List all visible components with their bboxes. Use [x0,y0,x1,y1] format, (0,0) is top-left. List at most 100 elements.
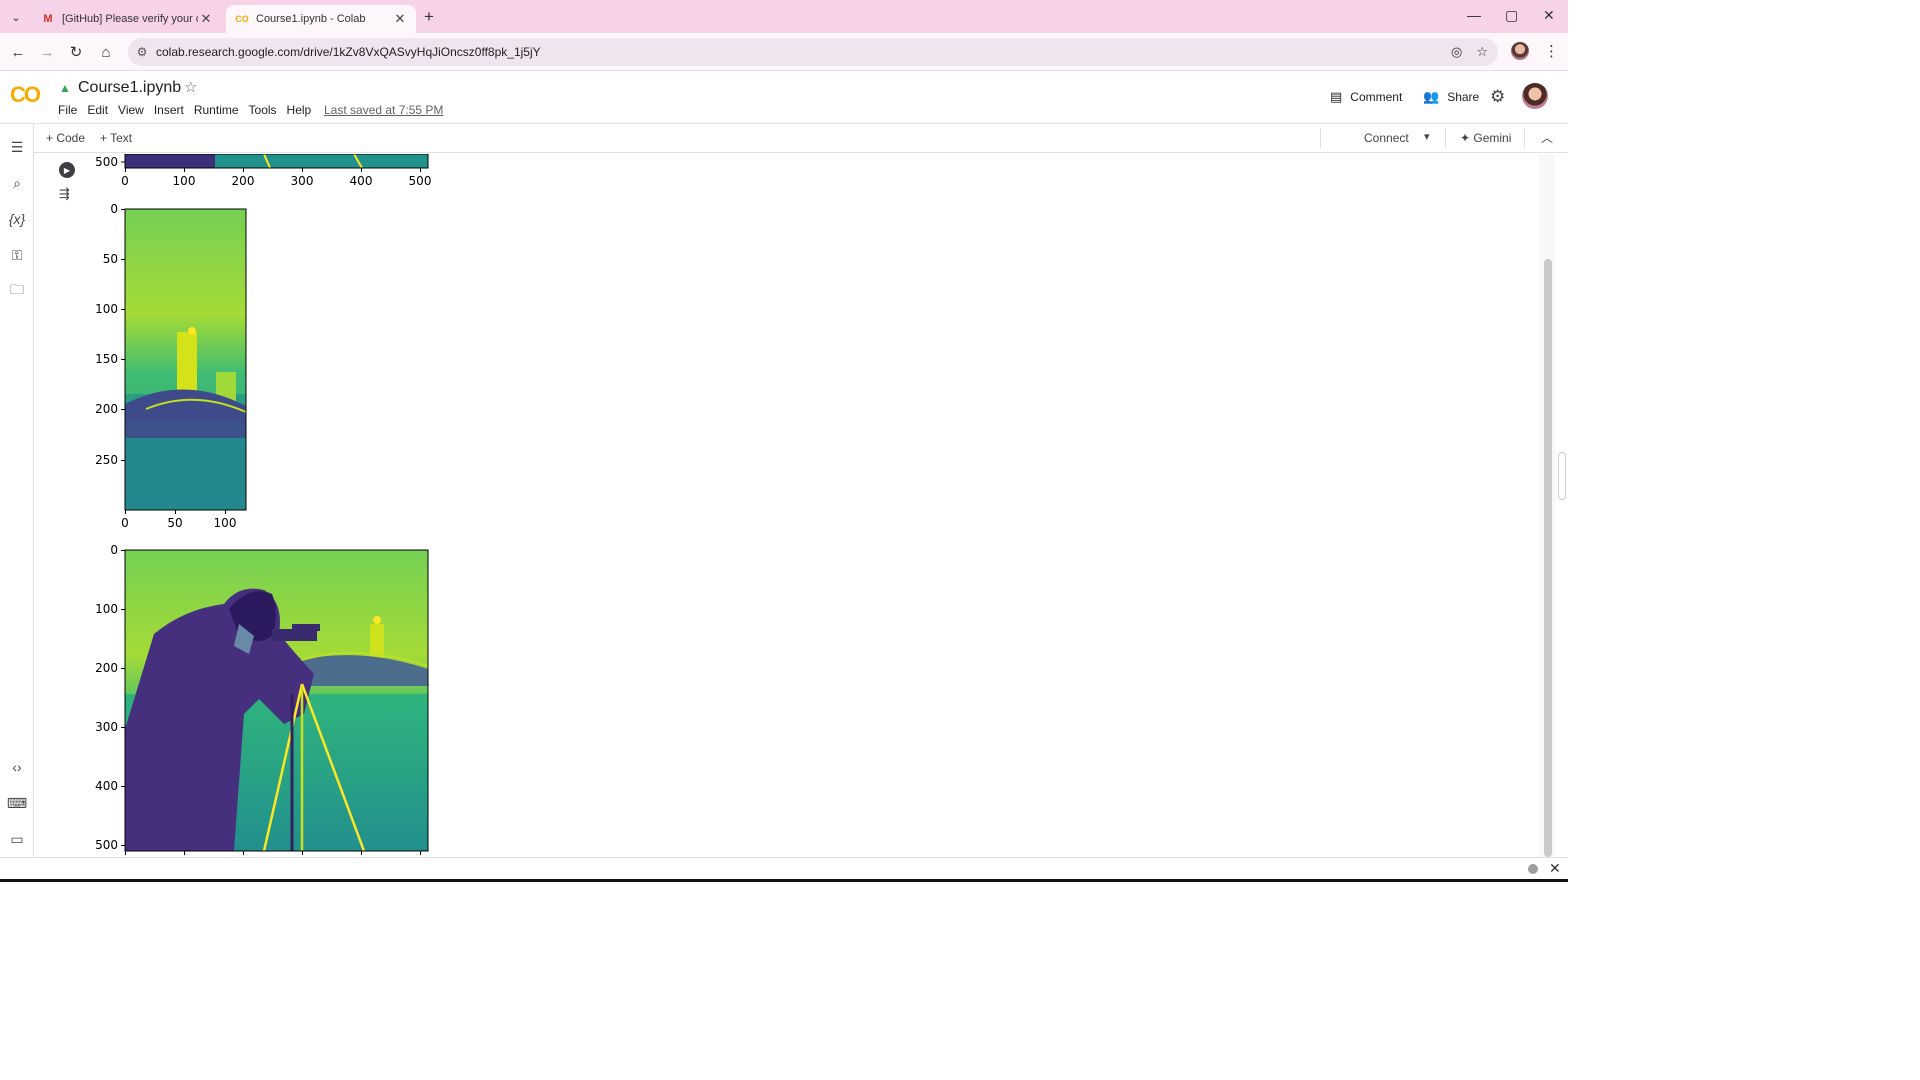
last-saved-link[interactable]: Last saved at 7:55 PM [324,103,443,117]
secrets-key-icon[interactable]: ⚿ [7,245,27,265]
y-tick-label: 500 [95,155,118,169]
y-tick-label: 300 [95,720,118,734]
y-tick-label: 0 [110,202,118,216]
x-tick-label: 400 [350,174,373,188]
eye-off-icon[interactable]: ◎ [1451,44,1462,60]
comment-icon: ▤ [1330,89,1343,104]
reload-icon[interactable]: ↻ [66,42,86,62]
site-info-icon[interactable]: ⚙ [128,45,156,59]
menu-edit[interactable]: Edit [87,103,108,117]
terminal-icon[interactable]: ▭ [7,829,27,849]
comment-button[interactable]: ▤ Comment [1330,89,1402,105]
variables-icon[interactable]: {x} [7,209,27,229]
forward-icon[interactable]: → [37,42,57,62]
plot-cropped-image: 0 50 100 150 200 250 0 50 100 [95,202,247,530]
x-tick-label: 100 [173,174,196,188]
notebook-toolbar: + Code + Text Connect ▾ ✦ Gemini ︿ [34,124,1568,153]
x-tick-label: 0 [121,174,129,188]
user-avatar[interactable] [1522,83,1548,109]
y-tick-label: 150 [95,352,118,366]
taskbar-edge [0,879,1568,882]
y-tick-label: 400 [95,779,118,793]
new-tab-button[interactable]: + [424,7,434,27]
x-tick-label: 50 [167,516,182,530]
share-button[interactable]: 👥 Share [1423,89,1479,105]
y-tick-label: 100 [95,302,118,316]
notebook-title[interactable]: Course1.ipynb [78,79,181,97]
y-tick-label: 50 [103,252,118,266]
files-folder-icon[interactable]: 🗀 [7,281,27,301]
menu-runtime[interactable]: Runtime [194,103,239,117]
back-icon[interactable]: ← [8,42,28,62]
url-text[interactable]: colab.research.google.com/drive/1kZv8VxQ… [156,45,541,59]
menubar: File Edit View Insert Runtime Tools Help [58,103,311,117]
share-label: Share [1447,90,1480,104]
tab-close-icon[interactable]: ✕ [392,11,408,27]
y-tick-label: 250 [95,453,118,467]
add-code-button[interactable]: + Code [46,131,85,145]
y-tick-label: 200 [95,661,118,675]
y-tick-label: 0 [110,543,118,557]
status-dot-icon [1528,864,1538,874]
address-bar[interactable]: ⚙ colab.research.google.com/drive/1kZv8V… [128,38,1498,66]
maximize-icon[interactable]: ▢ [1505,7,1518,24]
minimize-icon[interactable]: — [1467,7,1481,23]
browser-toolbar: ← → ↻ ⌂ ⚙ colab.research.google.com/driv… [0,33,1568,71]
browser-profile-avatar[interactable] [1511,42,1529,60]
colab-favicon-icon: CO [235,14,249,24]
x-tick-label: 0 [121,516,129,530]
y-tick-label: 200 [95,402,118,416]
tab-github[interactable]: M [GitHub] Please verify your dev ✕ [32,5,222,33]
plot-full-image: 0 100 200 300 400 500 [95,543,429,855]
gmail-icon: M [43,13,53,25]
menu-file[interactable]: File [58,103,77,117]
code-snippets-icon[interactable]: ‹› [7,757,27,777]
tab-title: Course1.ipynb - Colab [256,13,366,25]
chevron-down-icon[interactable]: ▾ [1424,130,1430,143]
y-tick-label: 500 [95,838,118,852]
menu-view[interactable]: View [118,103,144,117]
tab-search-chevron-icon[interactable]: ⌄ [6,7,26,27]
scrollbar-thumb[interactable] [1544,259,1552,857]
comment-label: Comment [1350,90,1403,104]
vertical-scrollbar[interactable] [1539,154,1555,857]
divider [1445,128,1446,148]
menu-help[interactable]: Help [287,103,312,117]
browser-menu-icon[interactable]: ⋮ [1544,42,1559,60]
tab-close-icon[interactable]: ✕ [198,11,214,27]
bookmark-star-icon[interactable]: ☆ [1476,44,1488,60]
menu-insert[interactable]: Insert [154,103,184,117]
x-tick-label: 200 [232,174,255,188]
home-icon[interactable]: ⌂ [96,42,116,62]
notebook-content[interactable]: ▶ ⇶ 500 0 100 200 300 400 500 0 50 100 1… [34,154,1539,857]
colab-header: CO ▲ Course1.ipynb ☆ File Edit View Inse… [0,72,1568,124]
side-panel-handle[interactable] [1558,452,1566,500]
cell-output: 500 0 100 200 300 400 500 0 50 100 150 2… [95,154,431,855]
gemini-button[interactable]: ✦ Gemini [1460,131,1511,145]
toc-icon[interactable]: ☰ [7,137,27,157]
window-close-icon[interactable]: ✕ [1543,7,1555,24]
divider [1320,128,1321,148]
colab-logo[interactable]: CO [10,82,41,108]
close-status-icon[interactable]: ✕ [1549,860,1561,877]
divider [1524,128,1525,148]
browser-tab-bar: ⌄ M [GitHub] Please verify your dev ✕ CO… [0,0,1568,33]
drive-icon[interactable]: ▲ [59,81,71,95]
x-tick-label: 300 [291,174,314,188]
collapse-header-icon[interactable]: ︿ [1541,129,1553,146]
tab-colab[interactable]: CO Course1.ipynb - Colab ✕ [226,5,416,33]
menu-tools[interactable]: Tools [249,103,277,117]
plot-top-partial: 500 0 100 200 300 400 500 [95,154,431,188]
search-icon[interactable]: ⌕ [7,173,27,193]
left-sidebar: ☰ ⌕ {x} ⚿ 🗀 ‹› ⌨ ▭ [0,124,34,857]
people-icon: 👥 [1423,89,1440,104]
settings-gear-icon[interactable]: ⚙ [1490,87,1505,107]
y-tick-label: 100 [95,602,118,616]
connect-button[interactable]: Connect [1364,131,1409,145]
tab-title: [GitHub] Please verify your dev [62,13,198,25]
x-tick-label: 500 [409,174,432,188]
star-icon[interactable]: ☆ [184,78,197,96]
add-text-button[interactable]: + Text [100,131,132,145]
x-tick-label: 100 [214,516,237,530]
command-palette-icon[interactable]: ⌨ [7,793,27,813]
